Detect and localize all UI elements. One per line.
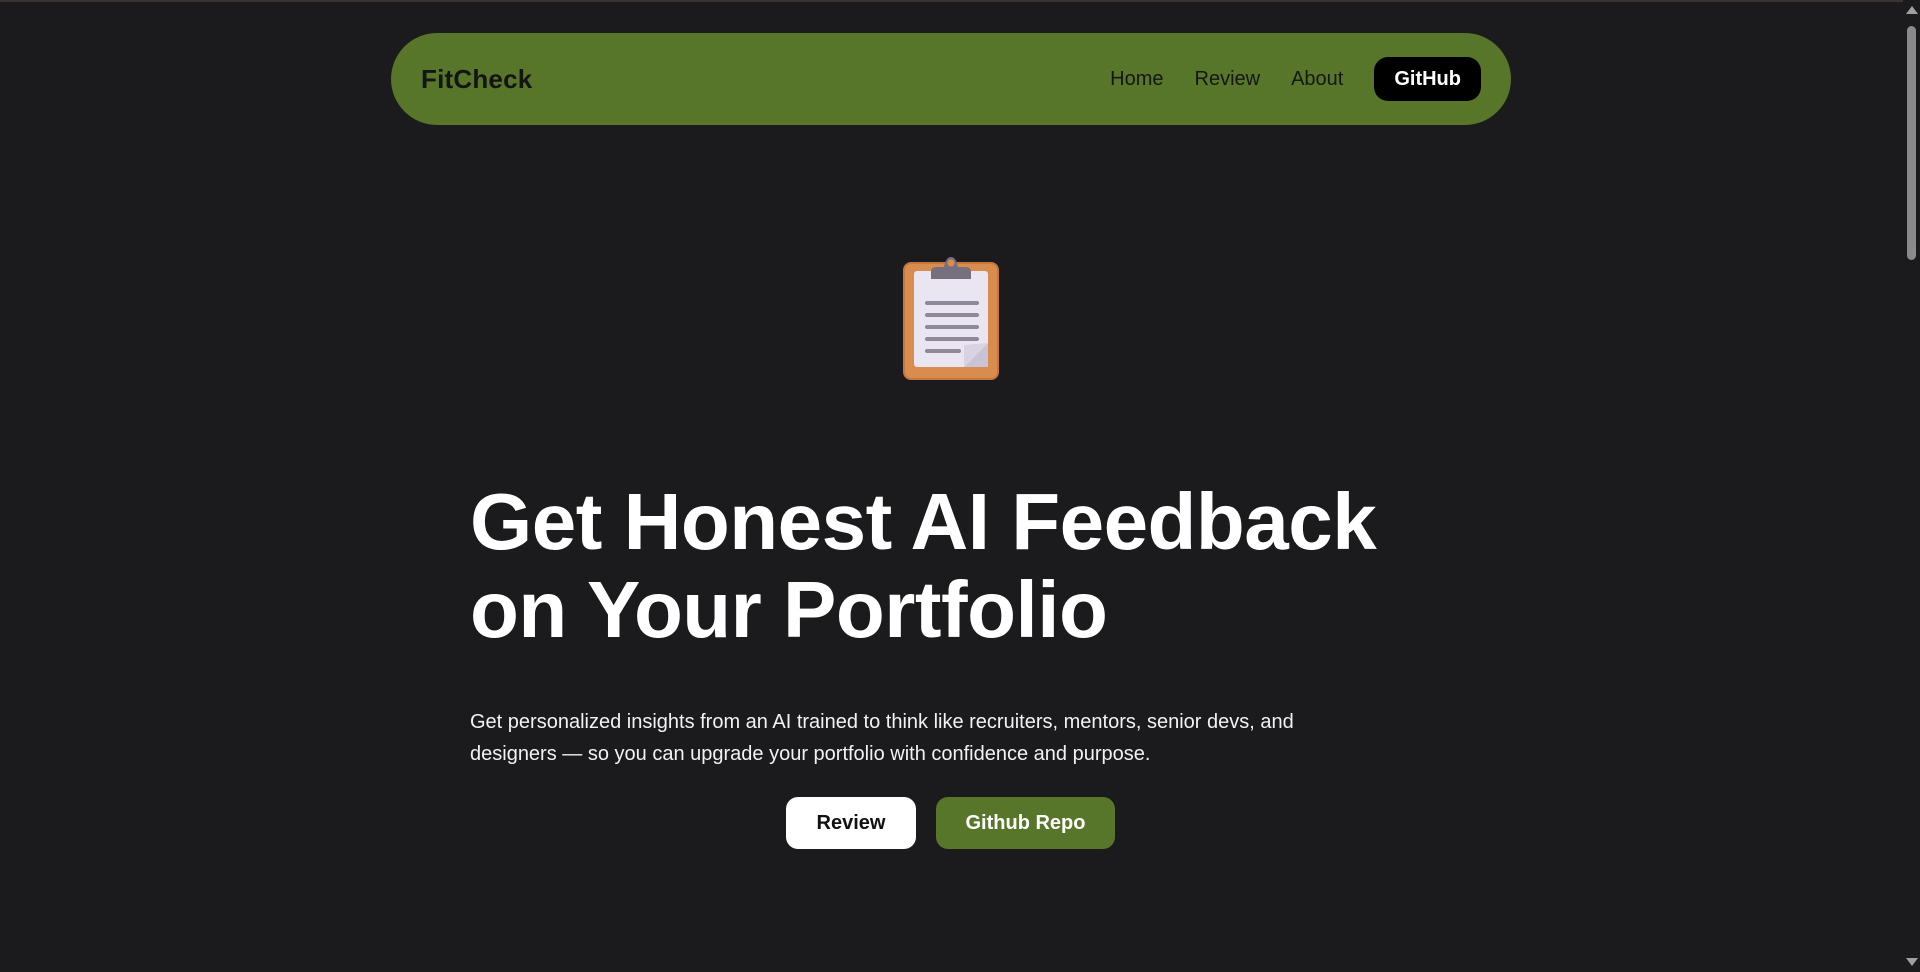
- page-scrollbar[interactable]: [1903, 0, 1920, 972]
- hero-title: Get Honest AI Feedback on Your Portfolio: [470, 478, 1430, 654]
- nav-link-about[interactable]: About: [1291, 68, 1343, 91]
- github-repo-button[interactable]: Github Repo: [936, 797, 1115, 849]
- clipboard-icon: [903, 257, 999, 380]
- hero-title-line-2: on Your Portfolio: [470, 565, 1108, 654]
- navbar: FitCheck Home Review About GitHub: [391, 33, 1511, 125]
- scroll-up-arrow-icon[interactable]: [1906, 6, 1918, 14]
- window-top-border: [0, 0, 1920, 2]
- scroll-down-arrow-icon[interactable]: [1906, 958, 1918, 966]
- github-nav-button[interactable]: GitHub: [1374, 57, 1481, 101]
- hero-subtitle: Get personalized insights from an AI tra…: [470, 711, 1294, 765]
- cta-buttons: Review Github Repo: [786, 797, 1115, 849]
- nav-link-home[interactable]: Home: [1110, 68, 1163, 91]
- nav-links: Home Review About GitHub: [1110, 57, 1481, 101]
- review-button[interactable]: Review: [786, 797, 916, 849]
- brand-logo-text[interactable]: FitCheck: [421, 64, 532, 95]
- hero-title-line-1: Get Honest AI Feedback: [470, 477, 1377, 566]
- scrollbar-thumb[interactable]: [1907, 26, 1916, 260]
- nav-link-review[interactable]: Review: [1195, 68, 1261, 91]
